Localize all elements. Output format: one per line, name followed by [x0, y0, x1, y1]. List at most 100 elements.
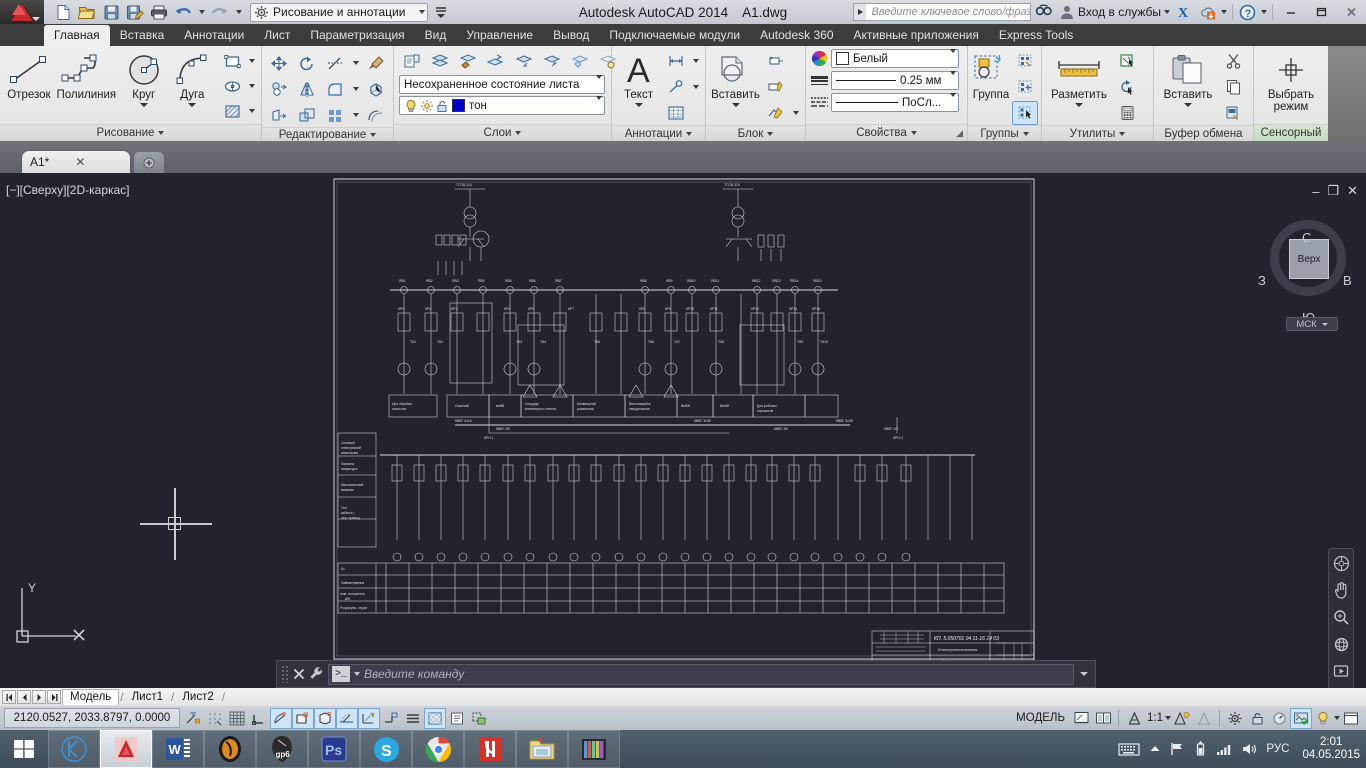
rectangle-icon[interactable]	[219, 49, 245, 73]
workspace-selector[interactable]: Рисование и аннотации	[250, 2, 429, 22]
panel-layers-title[interactable]: Слои	[394, 124, 611, 141]
close-button[interactable]	[1336, 0, 1366, 24]
layer-on-icon[interactable]	[539, 49, 565, 73]
touch-select-button[interactable]: Выбрать режим	[1258, 49, 1324, 113]
tab-insert[interactable]: Вставка	[110, 25, 175, 46]
object-color-combo[interactable]: Белый	[831, 48, 959, 68]
tab-autodesk360[interactable]: Autodesk 360	[750, 25, 843, 46]
search-icon[interactable]	[1033, 2, 1055, 22]
help-icon[interactable]: ?	[1236, 2, 1258, 22]
show-hidden-icon[interactable]	[1149, 744, 1161, 754]
circle-button[interactable]: Круг	[119, 49, 169, 107]
paste-button[interactable]: Вставить	[1158, 49, 1218, 107]
layer-isolate-icon[interactable]	[567, 49, 593, 73]
polar-tracking-icon[interactable]	[270, 707, 292, 729]
tab-view[interactable]: Вид	[415, 25, 457, 46]
first-layout-button[interactable]	[2, 690, 16, 704]
hatch-dropdown-icon[interactable]	[246, 99, 257, 123]
tab-output[interactable]: Вывод	[543, 25, 599, 46]
quick-properties-icon[interactable]	[446, 708, 468, 729]
taskbar-word-icon[interactable]: W	[152, 730, 204, 768]
panel-annotation-title[interactable]: Аннотации	[612, 125, 705, 141]
ortho-mode-icon[interactable]	[248, 708, 270, 729]
stretch-icon[interactable]	[266, 103, 292, 127]
arc-button[interactable]: Дуга	[171, 49, 214, 107]
group-selection-icon[interactable]	[1012, 101, 1038, 125]
taskbar-chrome-icon[interactable]	[412, 730, 464, 768]
annotation-scale-icon[interactable]	[1123, 708, 1145, 729]
dimension-icon[interactable]	[663, 49, 689, 73]
panel-groups-title[interactable]: Группы	[968, 125, 1041, 141]
annotation-visibility-icon[interactable]	[1171, 708, 1193, 729]
measure-dropdown-icon[interactable]	[1075, 103, 1083, 107]
workspace-switch-icon[interactable]	[1224, 708, 1246, 729]
copy-clip-icon[interactable]	[1220, 75, 1246, 99]
tab-express-tools[interactable]: Express Tools	[989, 25, 1083, 46]
group-button[interactable]: Группа	[972, 49, 1010, 101]
layer-color-swatch[interactable]	[452, 99, 465, 112]
command-input[interactable]: >_ Введите команду	[328, 663, 1074, 685]
cloud-sync-icon[interactable]	[1196, 2, 1218, 22]
document-tab-a1[interactable]: A1* ✕	[22, 151, 130, 173]
search-box[interactable]: Введите ключевое слово/фразу	[853, 3, 1031, 21]
redo-dropdown-icon[interactable]	[233, 0, 244, 24]
taskbar-guitar-pro-icon[interactable]: gp6	[256, 730, 308, 768]
polyline-button[interactable]: Полилиния	[56, 49, 117, 101]
create-block-icon[interactable]	[763, 49, 789, 73]
panel-touch-title[interactable]: Сенсорный	[1254, 124, 1328, 141]
prev-layout-button[interactable]	[17, 690, 31, 704]
keyboard-icon[interactable]	[1118, 742, 1141, 757]
3d-object-snap-icon[interactable]	[314, 707, 336, 729]
plot-icon[interactable]	[148, 2, 170, 22]
panel-properties-title[interactable]: Свойства ◢	[806, 124, 967, 141]
panel-modify-title[interactable]: Редактирование	[262, 127, 393, 141]
panel-block-title[interactable]: Блок	[706, 125, 805, 141]
open-file-icon[interactable]	[76, 2, 98, 22]
annotation-scale-value[interactable]: 1:1	[1145, 712, 1165, 724]
leader-dropdown-icon[interactable]	[690, 75, 701, 99]
new-file-icon[interactable]	[52, 2, 74, 22]
action-center-icon[interactable]	[1170, 742, 1185, 756]
scale-icon[interactable]	[294, 103, 320, 127]
taskbar-photoshop-icon[interactable]: Ps	[308, 730, 360, 768]
taskbar-explorer-icon[interactable]	[516, 730, 568, 768]
drawing-canvas[interactable]: [−][Сверху][2D-каркас] – ❐ ✕ Y Верх С В …	[0, 173, 1366, 728]
trim-dropdown-icon[interactable]	[350, 51, 361, 75]
taskbar-kompas-icon[interactable]	[48, 730, 100, 768]
ellipse-dropdown-icon[interactable]	[246, 74, 257, 98]
taskbar-skype-icon[interactable]: S	[360, 730, 412, 768]
line-button[interactable]: Отрезок	[4, 49, 54, 101]
tab-featured-apps[interactable]: Активные приложения	[844, 25, 989, 46]
clock[interactable]: 2:01 04.05.2015	[1298, 736, 1360, 762]
rectangle-dropdown-icon[interactable]	[246, 49, 257, 73]
measure-button[interactable]: Разметить	[1046, 49, 1112, 107]
leader-icon[interactable]	[663, 75, 689, 99]
tab-layout[interactable]: Лист	[254, 25, 300, 46]
object-snap-tracking-icon[interactable]	[336, 707, 358, 729]
quick-select-icon[interactable]	[1114, 49, 1140, 73]
rotate-icon[interactable]	[294, 51, 320, 75]
text-dropdown-icon[interactable]	[634, 103, 643, 107]
layout-tab-layout2[interactable]: Лист2	[175, 690, 220, 705]
undo-dropdown-icon[interactable]	[196, 0, 207, 24]
search-dropdown-icon[interactable]	[854, 4, 867, 20]
layer-off-icon[interactable]	[511, 49, 537, 73]
text-button[interactable]: A Текст	[616, 49, 661, 107]
toolbar-lock-icon[interactable]	[1246, 708, 1268, 729]
new-document-tab-button[interactable]	[134, 152, 164, 173]
maximize-button[interactable]	[1306, 0, 1336, 24]
tab-addins[interactable]: Подключаемые модули	[599, 25, 750, 46]
dynamic-ucs-icon[interactable]	[358, 707, 380, 729]
isolate-objects-icon[interactable]	[1290, 707, 1312, 729]
paste-special-icon[interactable]	[1220, 101, 1246, 125]
circle-dropdown-icon[interactable]	[139, 103, 148, 107]
transparency-icon[interactable]	[424, 707, 446, 729]
toggle-lightbulb-icon[interactable]	[1312, 708, 1334, 729]
insert-block-dropdown-icon[interactable]	[731, 103, 740, 107]
linetype-combo[interactable]: ПоСл...	[831, 92, 959, 112]
lineweight-combo[interactable]: 0.25 мм	[831, 70, 959, 90]
dynamic-input-icon[interactable]	[380, 708, 402, 729]
arc-dropdown-icon[interactable]	[188, 103, 197, 107]
auto-scale-icon[interactable]	[1193, 708, 1215, 729]
group-edit-icon[interactable]	[1012, 75, 1038, 99]
